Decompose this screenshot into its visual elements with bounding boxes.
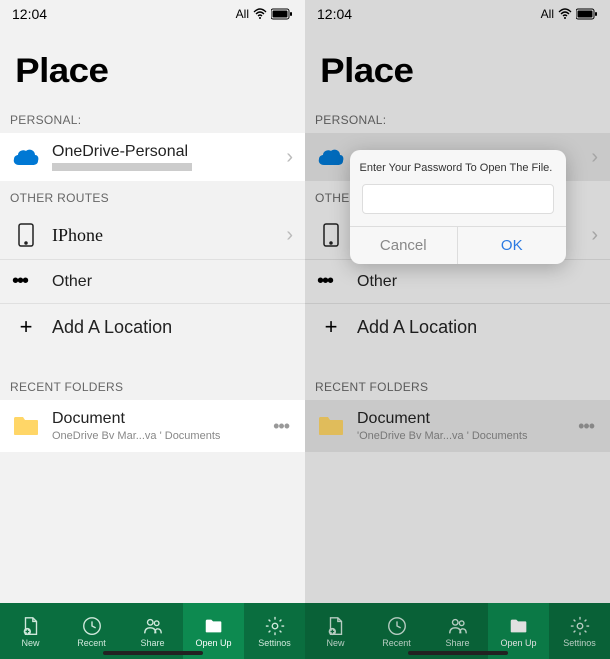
section-personal: PERSONAL: (0, 103, 305, 133)
content-area: Place PERSONAL: › OTHER › ••• Other + Ad… (305, 24, 610, 603)
network-label: All (236, 7, 249, 21)
add-location-row: + Add A Location (305, 304, 610, 350)
password-dialog: Enter Your Password To Open The File. Ca… (350, 150, 566, 264)
cloud-icon (317, 143, 345, 171)
add-location-title: Add A Location (52, 317, 172, 338)
recent-folder-row[interactable]: Document OneDrive Bv Mar...va ' Document… (0, 400, 305, 452)
gear-icon (264, 615, 286, 637)
phone-icon (317, 221, 345, 249)
status-time: 12:04 (317, 6, 352, 22)
iphone-row[interactable]: IPhone › (0, 211, 305, 260)
battery-icon (576, 8, 598, 20)
new-icon (20, 615, 42, 637)
dots-icon: ••• (317, 270, 345, 293)
tab-settings: Settinos (549, 603, 610, 659)
folder-icon (12, 412, 40, 440)
clock-icon (81, 615, 103, 637)
dots-icon: ••• (12, 270, 40, 293)
password-input[interactable] (362, 184, 554, 214)
tab-open-label: Open Up (500, 638, 536, 648)
people-icon (142, 615, 164, 637)
status-time: 12:04 (12, 6, 47, 22)
more-icon: ••• (574, 416, 598, 437)
status-bar: 12:04 All (0, 0, 305, 24)
section-recent: RECENT FOLDERS (305, 370, 610, 400)
cancel-button[interactable]: Cancel (350, 227, 459, 264)
home-indicator (408, 651, 508, 655)
cloud-icon (12, 143, 40, 171)
iphone-title: IPhone (52, 225, 274, 246)
iphone-body: IPhone (52, 225, 274, 246)
plus-icon: + (12, 314, 40, 340)
section-recent: RECENT FOLDERS (0, 370, 305, 400)
content-area: Place PERSONAL: OneDrive-Personal › OTHE… (0, 24, 305, 603)
tab-settings-label: Settinos (258, 638, 291, 648)
recent-path: 'OneDrive Bv Mar...va ' Documents (357, 430, 562, 442)
tab-new[interactable]: New (0, 603, 61, 659)
recent-body: Document 'OneDrive Bv Mar...va ' Documen… (357, 410, 562, 442)
tab-share-label: Share (140, 638, 164, 648)
recent-title: Document (357, 410, 562, 428)
new-icon (325, 615, 347, 637)
gear-icon (569, 615, 591, 637)
folder-open-icon (203, 615, 225, 637)
phone-icon (12, 221, 40, 249)
more-icon[interactable]: ••• (269, 416, 293, 437)
other-row: ••• Other (305, 260, 610, 304)
status-right: All (541, 7, 598, 21)
chevron-right-icon: › (591, 224, 598, 247)
add-location-title: Add A Location (357, 317, 477, 338)
network-label: All (541, 7, 554, 21)
section-personal: PERSONAL: (305, 103, 610, 133)
status-bar: 12:04 All (305, 0, 610, 24)
section-routes: OTHER ROUTES (0, 181, 305, 211)
onedrive-row[interactable]: OneDrive-Personal › (0, 133, 305, 181)
folder-icon (317, 412, 345, 440)
tab-share-label: Share (445, 638, 469, 648)
recent-body: Document OneDrive Bv Mar...va ' Document… (52, 410, 257, 442)
onedrive-body: OneDrive-Personal (52, 143, 274, 171)
wifi-icon (253, 8, 267, 20)
home-indicator (103, 651, 203, 655)
recent-title: Document (52, 410, 257, 428)
folder-open-icon (508, 615, 530, 637)
other-row[interactable]: ••• Other (0, 260, 305, 304)
chevron-right-icon: › (286, 146, 293, 169)
page-title: Place (0, 24, 329, 103)
page-title: Place (305, 24, 610, 103)
add-location-row[interactable]: + Add A Location (0, 304, 305, 350)
battery-icon (271, 8, 293, 20)
tab-new-label: New (21, 638, 39, 648)
dialog-message: Enter Your Password To Open The File. (350, 150, 566, 184)
clock-icon (386, 615, 408, 637)
tab-settings[interactable]: Settinos (244, 603, 305, 659)
recent-path: OneDrive Bv Mar...va ' Documents (52, 430, 257, 442)
screen-left: 12:04 All Place PERSONAL: OneDrive-Perso… (0, 0, 305, 659)
tab-open-label: Open Up (195, 638, 231, 648)
tab-settings-label: Settinos (563, 638, 596, 648)
onedrive-title: OneDrive-Personal (52, 143, 274, 161)
dialog-buttons: Cancel OK (350, 226, 566, 264)
chevron-right-icon: › (591, 146, 598, 169)
tab-recent-label: Recent (382, 638, 411, 648)
status-right: All (236, 7, 293, 21)
people-icon (447, 615, 469, 637)
recent-folder-row: Document 'OneDrive Bv Mar...va ' Documen… (305, 400, 610, 452)
tab-new: New (305, 603, 366, 659)
tab-new-label: New (326, 638, 344, 648)
ok-button[interactable]: OK (458, 227, 566, 264)
tab-recent-label: Recent (77, 638, 106, 648)
other-title: Other (52, 273, 92, 291)
plus-icon: + (317, 314, 345, 340)
onedrive-sub-placeholder (52, 163, 192, 171)
screen-right: 12:04 All Place PERSONAL: › OTHER › ••• (305, 0, 610, 659)
other-title: Other (357, 273, 397, 291)
chevron-right-icon: › (286, 224, 293, 247)
wifi-icon (558, 8, 572, 20)
